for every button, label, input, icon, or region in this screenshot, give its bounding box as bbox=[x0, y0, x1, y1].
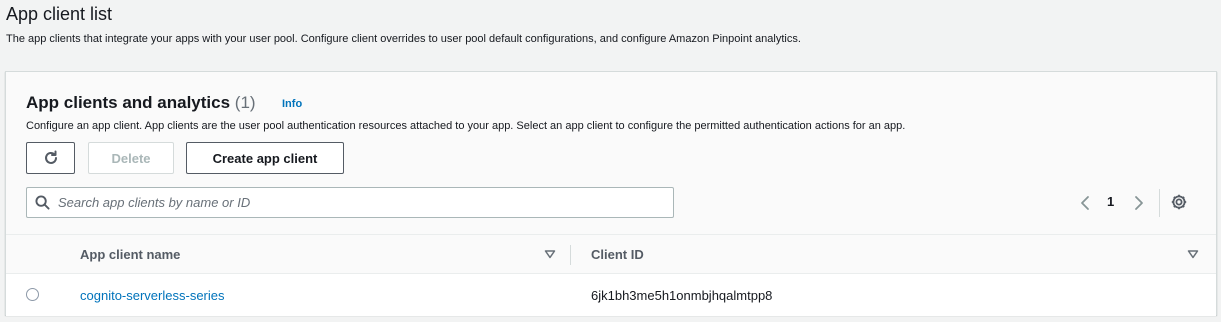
info-link[interactable]: Info bbox=[282, 98, 302, 110]
column-header-app-client-name[interactable]: App client name bbox=[80, 247, 180, 262]
panel-title: App clients and analytics (1) bbox=[26, 93, 256, 113]
app-clients-panel: App clients and analytics (1) Info Confi… bbox=[5, 71, 1217, 316]
sort-down-icon[interactable] bbox=[544, 248, 556, 260]
pager-divider bbox=[1159, 189, 1160, 217]
page-description: The app clients that integrate your apps… bbox=[6, 33, 801, 45]
table-row[interactable]: cognito-serverless-series 6jk1bh3me5h1on… bbox=[6, 274, 1216, 316]
app-client-name-link[interactable]: cognito-serverless-series bbox=[80, 288, 225, 303]
chevron-left-icon[interactable] bbox=[1078, 195, 1092, 211]
panel-description: Configure an app client. App clients are… bbox=[26, 120, 906, 132]
column-header-client-id[interactable]: Client ID bbox=[591, 247, 644, 262]
panel-title-text: App clients and analytics bbox=[26, 93, 231, 112]
delete-button[interactable]: Delete bbox=[88, 142, 174, 174]
panel-count: (1) bbox=[234, 93, 256, 112]
search-input[interactable] bbox=[58, 188, 658, 217]
gear-icon[interactable] bbox=[1170, 193, 1188, 211]
table-header: App client name Client ID bbox=[6, 234, 1216, 274]
column-divider[interactable] bbox=[570, 245, 571, 265]
search-box bbox=[26, 187, 674, 218]
row-select-radio[interactable] bbox=[26, 288, 39, 301]
refresh-icon bbox=[44, 150, 57, 164]
refresh-button[interactable] bbox=[26, 142, 75, 174]
current-page-number[interactable]: 1 bbox=[1107, 194, 1114, 209]
page-title: App client list bbox=[6, 4, 113, 24]
sort-down-icon[interactable] bbox=[1187, 248, 1199, 260]
client-id-cell: 6jk1bh3me5h1onmbjhqalmtpp8 bbox=[591, 288, 773, 303]
create-app-client-button[interactable]: Create app client bbox=[186, 142, 344, 174]
panel-header: App clients and analytics (1) Info Confi… bbox=[6, 72, 1216, 234]
search-icon bbox=[35, 195, 50, 210]
chevron-right-icon[interactable] bbox=[1132, 195, 1146, 211]
